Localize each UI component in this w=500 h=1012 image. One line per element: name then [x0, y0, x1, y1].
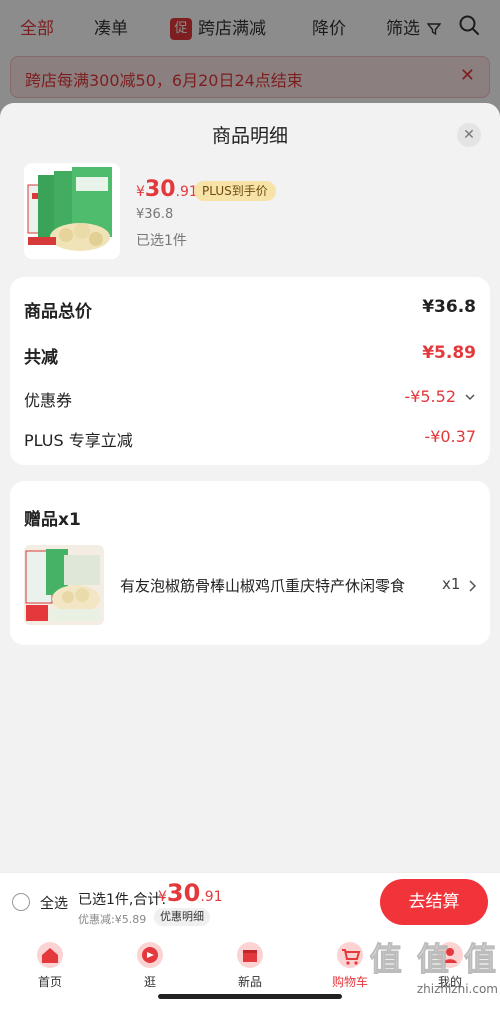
select-all-label[interactable]: 全选	[40, 893, 68, 913]
chevron-down-icon[interactable]	[464, 391, 476, 403]
coupon-value[interactable]: -¥5.52	[404, 387, 456, 406]
plus-discount-value: -¥0.37	[424, 427, 476, 446]
gift-card: 赠品x1 有友泡椒筋骨棒山椒鸡爪重庆特产休闲零食 x1	[10, 481, 490, 645]
total-price-label: 商品总价	[24, 302, 92, 322]
gift-quantity: x1	[442, 575, 461, 593]
new-products-icon	[237, 942, 263, 968]
original-price: ¥36.8	[136, 207, 174, 222]
plus-price-tag: PLUS到手价	[194, 181, 276, 201]
sheet-title: 商品明细	[211, 125, 288, 147]
total-price-value: ¥36.8	[422, 297, 476, 317]
watermark-logo: 值 值 值	[369, 940, 498, 979]
watermark: 值 值 值 zhizhizhi.com	[338, 934, 498, 997]
tab-browse[interactable]: 逛	[110, 941, 190, 990]
plus-discount-label: PLUS 专享立减	[24, 431, 133, 450]
tab-home[interactable]: 首页	[10, 941, 90, 990]
select-all-radio[interactable]	[12, 893, 30, 911]
checkout-bar: 全选 已选1件,合计: ¥30.91 优惠减:¥5.89 优惠明细 去结算	[0, 872, 500, 933]
selected-count: 已选1件	[136, 233, 187, 249]
gift-name[interactable]: 有友泡椒筋骨棒山椒鸡爪重庆特产休闲零食	[120, 575, 410, 596]
home-indicator	[158, 994, 342, 999]
price-breakdown-card: 商品总价 ¥36.8 共减 ¥5.89 优惠券 -¥5.52 PLUS 专享立减…	[10, 277, 490, 465]
close-button[interactable]: ✕	[457, 123, 481, 147]
checkout-button[interactable]: 去结算	[380, 879, 488, 925]
gift-title: 赠品x1	[24, 510, 81, 530]
home-icon	[37, 942, 63, 968]
selection-summary: 已选1件,合计:	[78, 892, 167, 908]
watermark-url: zhizhizhi.com	[416, 982, 498, 996]
product-image[interactable]	[24, 163, 120, 259]
browse-icon	[137, 942, 163, 968]
discount-detail-button[interactable]: 优惠明细	[154, 908, 210, 926]
discount-summary: 优惠减:¥5.89	[78, 913, 147, 926]
gift-image[interactable]	[24, 545, 104, 625]
coupon-label: 优惠券	[24, 391, 73, 410]
total-price: ¥30.91	[158, 879, 223, 907]
total-reduction-label: 共减	[24, 348, 58, 368]
chevron-right-icon[interactable]	[468, 579, 478, 593]
product-price: ¥30.91	[136, 177, 198, 202]
tab-new-products[interactable]: 新品	[210, 941, 290, 990]
total-reduction-value: ¥5.89	[422, 343, 476, 363]
